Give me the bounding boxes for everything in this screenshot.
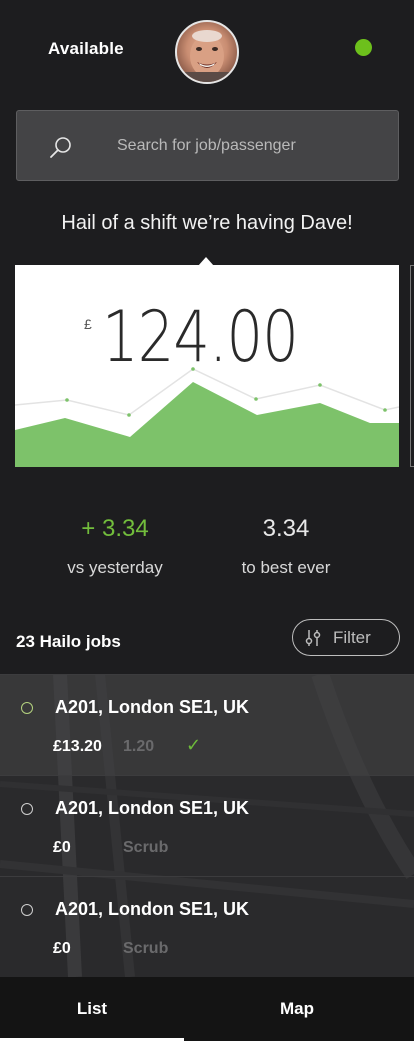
job-status-circle [21,803,33,815]
job-status-label: Scrub [123,839,169,856]
earnings-sparkline [15,367,399,467]
trend-point [254,397,258,401]
trend-point [191,367,195,371]
sliders-icon [305,630,321,646]
job-address: A201, London SE1, UK [55,697,250,717]
search-input[interactable] [117,133,367,159]
job-address: A201, London SE1, UK [55,798,250,818]
trend-point [127,413,131,417]
trend-point [318,383,322,387]
tab-list[interactable]: List [0,977,184,1041]
job-status-circle [21,702,33,714]
search-bar[interactable] [16,110,399,181]
job-tip: 1.20 [123,738,155,755]
job-price: £0 [53,839,71,856]
header: Available [0,0,414,100]
greeting-message: Hail of a shift we’re having Dave! [61,212,353,234]
job-row[interactable]: A201, London SE1, UK £13.20 1.20 ✓ [0,674,414,775]
trend-point [65,398,69,402]
search-icon [50,137,71,158]
trend-point [383,408,387,412]
next-card-edge[interactable] [410,265,414,467]
jobs-count: 23 Hailo jobs [16,632,121,651]
job-status-label: Scrub [123,940,169,957]
currency-symbol: £ [84,316,92,332]
best-ever-label: to best ever [241,558,331,577]
earnings-area [15,382,399,467]
online-status-dot [355,39,372,56]
filter-button[interactable]: Filter [292,619,400,656]
job-row[interactable]: A201, London SE1, UK £0 Scrub [0,775,414,876]
filter-label: Filter [333,628,371,647]
job-row[interactable]: A201, London SE1, UK £0 Scrub [0,876,414,977]
tab-map[interactable]: Map [205,977,389,1041]
job-address: A201, London SE1, UK [55,899,250,919]
job-price: £0 [53,940,71,957]
job-status-circle [21,904,33,916]
job-price: £13.20 [53,738,102,755]
driver-photo [177,30,237,82]
checkmark-icon: ✓ [186,735,202,755]
best-ever-value: 3.34 [262,515,310,542]
bottom-tab-bar: List Map [0,977,414,1041]
availability-status[interactable]: Available [48,39,124,59]
avatar[interactable] [175,20,239,84]
jobs-list[interactable]: A201, London SE1, UK £13.20 1.20 ✓ A201,… [0,674,414,977]
